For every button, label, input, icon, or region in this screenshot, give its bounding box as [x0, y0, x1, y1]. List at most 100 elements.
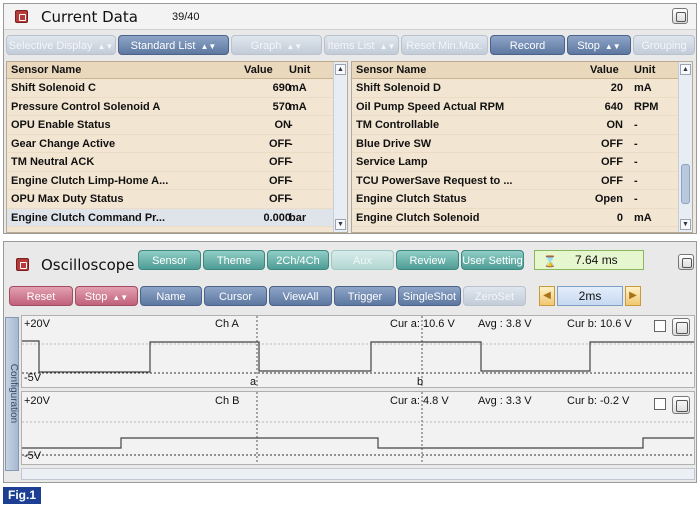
stop-button[interactable]: Stop ▲▼: [75, 286, 138, 306]
channel-a-cur-a: Cur a: 10.6 V: [390, 318, 455, 330]
maximize-icon[interactable]: [678, 254, 694, 270]
updown-caret-icon: ▲▼: [286, 42, 303, 51]
current-data-titlebar: Current Data 39/40: [4, 4, 696, 30]
delta-t-icon: ⌛: [543, 256, 557, 268]
header-value: Value: [244, 64, 273, 76]
channel-b-cur-b: Cur b: -0.2 V: [567, 395, 630, 407]
updown-caret-icon: ▲▼: [112, 293, 129, 302]
channel-a-trace: [22, 340, 694, 373]
maximize-icon[interactable]: [672, 8, 688, 24]
reset-min-max-button[interactable]: Reset Min.Max.: [401, 35, 488, 55]
table-row[interactable]: Blue Drive SW OFF -: [352, 135, 692, 153]
figure-label: Fig.1: [3, 487, 41, 504]
table-row[interactable]: TCU PowerSave Request to ... OFF -: [352, 172, 692, 190]
table-row[interactable]: Engine Clutch Solenoid 0 mA: [352, 209, 692, 227]
table-row-selected[interactable]: Engine Clutch Command Pr... 0.000 bar: [7, 208, 347, 227]
view-all-button[interactable]: ViewAll: [269, 286, 332, 306]
channel-a-top-label: +20V: [24, 318, 50, 330]
header-unit: Unit: [634, 64, 656, 76]
grouping-button[interactable]: Grouping: [633, 35, 695, 55]
table-header: Sensor Name Value Unit: [352, 62, 692, 79]
channel-a-avg: Avg : 3.8 V: [478, 318, 532, 330]
updown-caret-icon: ▲▼: [200, 42, 217, 51]
selective-display-button[interactable]: Selective Display ▲▼: [6, 35, 116, 55]
user-setting-button[interactable]: User Setting: [461, 250, 524, 270]
updown-caret-icon: ▲▼: [604, 42, 621, 51]
theme-button[interactable]: Theme: [203, 250, 265, 270]
oscilloscope-panel: Oscilloscope Sensor Theme 2Ch/4Ch Aux Re…: [3, 241, 697, 483]
channel-b-name: Ch B: [215, 395, 240, 407]
updown-caret-icon: ▲▼: [379, 42, 396, 51]
current-data-app-icon: [15, 10, 28, 23]
oscilloscope-app-icon: [16, 258, 29, 271]
cursor-button[interactable]: Cursor: [204, 286, 267, 306]
header-sensor-name: Sensor Name: [11, 64, 82, 76]
header-sensor-name: Sensor Name: [356, 64, 427, 76]
current-data-panel: Current Data 39/40 Selective Display ▲▼ S…: [3, 3, 697, 234]
channel-b-trace: [22, 437, 694, 449]
aux-button[interactable]: Aux: [331, 250, 394, 270]
oscilloscope-horizontal-scrollbar[interactable]: [21, 468, 695, 480]
2ch-4ch-button[interactable]: 2Ch/4Ch: [267, 250, 329, 270]
channel-b-scope: +20V -5V Ch B Cur a: 4.8 V Avg : 3.3 V C…: [21, 391, 695, 465]
table-row[interactable]: Shift Solenoid D 20 mA: [352, 79, 692, 98]
channel-a-expand-icon[interactable]: [672, 318, 690, 336]
time-div-field[interactable]: 2ms: [557, 286, 623, 306]
item-counter: 39/40: [172, 11, 200, 23]
sensor-table-left: Sensor Name Value Unit Shift Solenoid C6…: [6, 61, 348, 233]
standard-list-button[interactable]: Standard List ▲▼: [118, 35, 229, 55]
current-data-toolbar: Selective Display ▲▼ Standard List ▲▼ Grap…: [4, 35, 696, 55]
channel-b-checkbox[interactable]: [654, 398, 666, 410]
zero-set-button[interactable]: ZeroSet: [463, 286, 526, 306]
table-row[interactable]: Pressure Control Solenoid A 570 mA: [7, 98, 347, 116]
header-unit: Unit: [289, 64, 311, 76]
trigger-button[interactable]: Trigger: [334, 286, 396, 306]
channel-a-cur-b: Cur b: 10.6 V: [567, 318, 632, 330]
table-row[interactable]: Engine Clutch Limp-Home A... OFF -: [7, 172, 347, 190]
table-row[interactable]: Engine Clutch Status Open -: [352, 190, 692, 209]
channel-b-top-label: +20V: [24, 395, 50, 407]
sensor-table-right: Sensor Name Value Unit Shift Solenoid D2…: [351, 61, 693, 233]
channel-b-bottom-label: -5V: [24, 450, 42, 462]
header-value: Value: [590, 64, 619, 76]
items-list-button[interactable]: Items List ▲▼: [324, 35, 399, 55]
table-row[interactable]: Gear Change Active OFF -: [7, 135, 347, 153]
table-header: Sensor Name Value Unit: [7, 62, 347, 79]
channel-a-scope: +20V -5V Ch A Cur a: 10.6 V Avg : 3.8 V …: [21, 315, 695, 388]
right-table-scrollbar[interactable]: ▲ ▼: [678, 62, 692, 232]
cursor-a-label: a: [250, 376, 257, 388]
channel-a-checkbox[interactable]: [654, 320, 666, 332]
table-row[interactable]: Oil Pump Speed Actual RPM 640 RPM: [352, 98, 692, 116]
review-button[interactable]: Review: [396, 250, 459, 270]
time-readout: ⌛ 7.64 ms: [534, 250, 644, 270]
scroll-up-icon[interactable]: ▲: [335, 64, 346, 75]
time-div-decrease-icon[interactable]: ◀: [539, 286, 555, 306]
channel-b-cur-a: Cur a: 4.8 V: [390, 395, 449, 407]
configuration-tab[interactable]: Configuration: [5, 317, 19, 471]
stop-button[interactable]: Stop ▲▼: [567, 35, 631, 55]
updown-caret-icon: ▲▼: [97, 42, 114, 51]
oscilloscope-title: Oscilloscope: [41, 256, 135, 274]
table-row[interactable]: Service Lamp OFF -: [352, 153, 692, 172]
record-button[interactable]: Record: [490, 35, 565, 55]
cursor-b-label: b: [417, 376, 424, 388]
channel-b-expand-icon[interactable]: [672, 396, 690, 414]
scroll-thumb[interactable]: [681, 164, 690, 204]
scroll-down-icon[interactable]: ▼: [335, 219, 346, 230]
time-div-increase-icon[interactable]: ▶: [625, 286, 641, 306]
current-data-title: Current Data: [41, 8, 138, 26]
left-table-scrollbar[interactable]: ▲ ▼: [333, 62, 347, 232]
table-row[interactable]: OPU Enable Status ON -: [7, 116, 347, 135]
channel-a-name: Ch A: [215, 318, 239, 330]
single-shot-button[interactable]: SingleShot: [398, 286, 461, 306]
scroll-down-icon[interactable]: ▼: [680, 219, 691, 230]
table-row[interactable]: TM Neutral ACK OFF -: [7, 153, 347, 172]
name-button[interactable]: Name: [140, 286, 202, 306]
table-row[interactable]: TM Controllable ON -: [352, 116, 692, 135]
table-row[interactable]: Shift Solenoid C 690 mA: [7, 79, 347, 98]
reset-button[interactable]: Reset: [9, 286, 73, 306]
graph-button[interactable]: Graph ▲▼: [231, 35, 322, 55]
sensor-button[interactable]: Sensor: [138, 250, 201, 270]
table-row[interactable]: OPU Max Duty Status OFF -: [7, 190, 347, 209]
scroll-up-icon[interactable]: ▲: [680, 64, 691, 75]
